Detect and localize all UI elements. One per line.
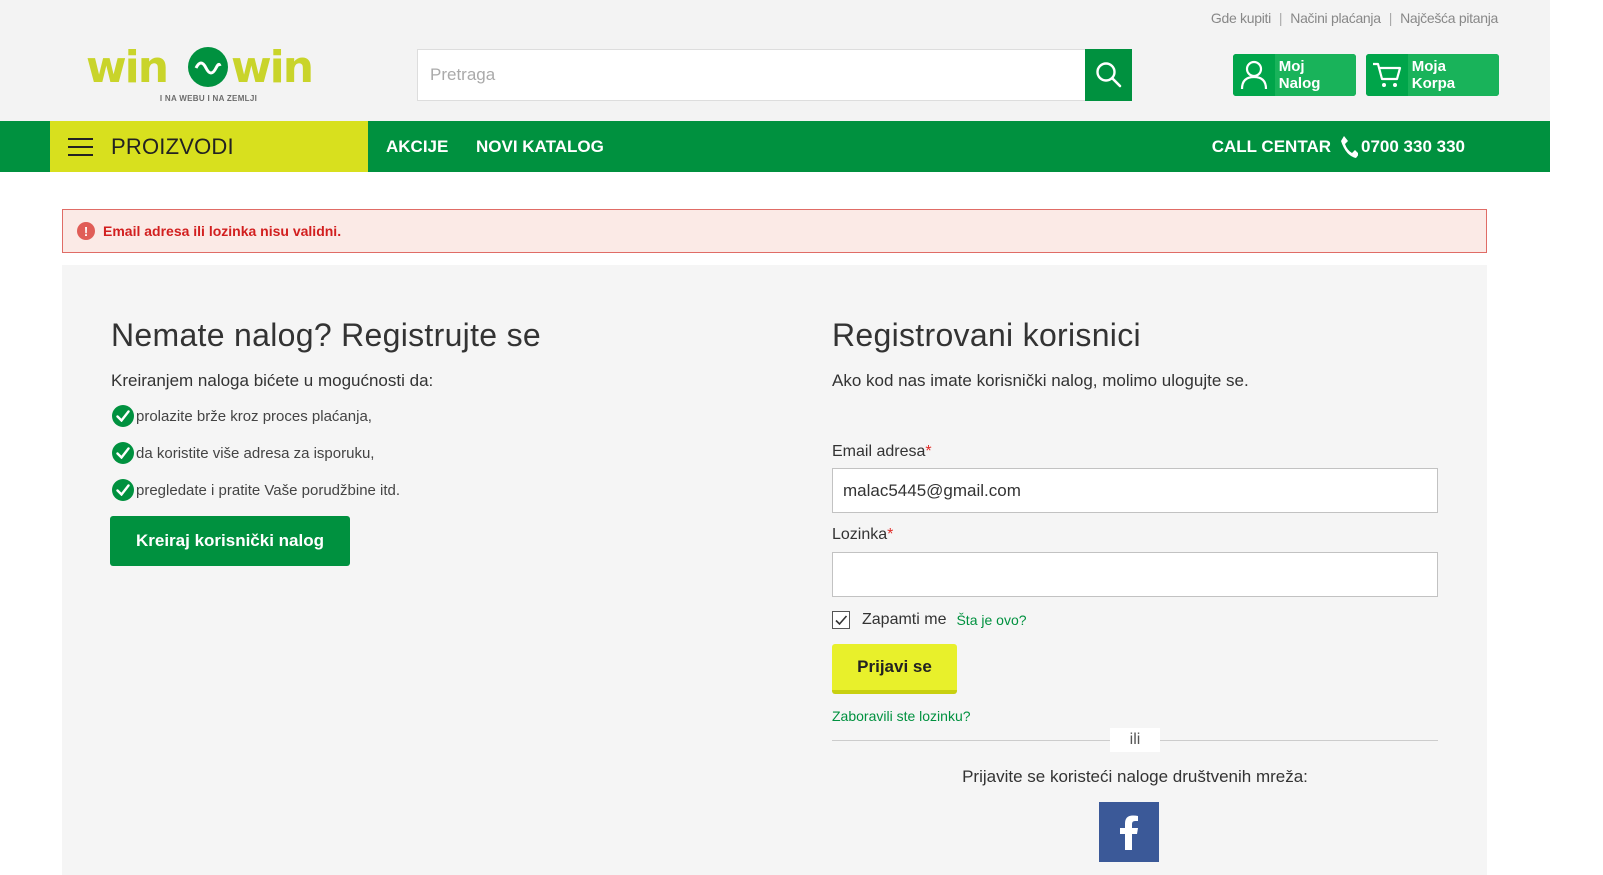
logo-icon: win win xyxy=(86,42,314,93)
svg-text:win: win xyxy=(86,44,167,93)
required-mark: * xyxy=(887,526,894,543)
top-link-faq[interactable]: Najčešća pitanja xyxy=(1400,10,1498,26)
call-center-label: CALL CENTAR xyxy=(1211,136,1331,156)
separator: | xyxy=(1388,10,1393,26)
remember-me-label: Zapamti me xyxy=(862,611,947,628)
facebook-icon xyxy=(1120,815,1138,850)
benefit-item: pregledate i pratite Vaše porudžbine itd… xyxy=(112,479,400,501)
my-cart-label: Moja Korpa xyxy=(1407,54,1499,96)
my-account-label: Moj Nalog xyxy=(1274,54,1356,96)
create-account-button[interactable]: Kreiraj korisnički nalog xyxy=(110,516,350,566)
user-icon xyxy=(1233,54,1275,96)
social-login-text: Prijavite se koristeći naloge društvenih… xyxy=(962,767,1308,786)
facebook-login-button[interactable] xyxy=(1099,802,1159,862)
required-mark: * xyxy=(925,443,932,460)
benefit-text: da koristite više adresa za isporuku, xyxy=(136,444,375,462)
top-link-payment-methods[interactable]: Načini plaćanja xyxy=(1290,10,1381,26)
email-field[interactable] xyxy=(832,468,1438,513)
site-header: Gde kupiti | Načini plaćanja | Najčešća … xyxy=(0,0,1550,121)
check-circle-icon xyxy=(112,405,134,427)
call-center-phone[interactable]: 0700 330 330 xyxy=(1361,137,1465,157)
phone-icon xyxy=(1340,135,1358,159)
what-is-this-link[interactable]: Šta je ovo? xyxy=(956,612,1026,628)
cart-icon xyxy=(1366,54,1408,96)
remember-me-row: Zapamti me Šta je ovo? xyxy=(832,611,1027,629)
login-intro: Ako kod nas imate korisnički nalog, moli… xyxy=(832,371,1249,390)
search-button[interactable] xyxy=(1085,49,1132,101)
my-account-button[interactable]: Moj Nalog xyxy=(1233,54,1356,96)
email-label-text: Email adresa xyxy=(832,443,926,460)
benefit-item: da koristite više adresa za isporuku, xyxy=(112,442,374,464)
login-button[interactable]: Prijavi se xyxy=(832,644,957,694)
password-label-text: Lozinka xyxy=(832,526,888,543)
register-title: Nemate nalog? Registrujte se xyxy=(111,317,541,353)
logo-tagline: I NA WEBU I NA ZEMLJI xyxy=(159,94,258,103)
svg-text:win: win xyxy=(231,44,312,93)
my-cart-button[interactable]: Moja Korpa xyxy=(1366,54,1499,96)
account-panel: Nemate nalog? Registrujte se Kreiranjem … xyxy=(62,265,1487,875)
check-circle-icon xyxy=(112,479,134,501)
check-circle-icon xyxy=(112,442,134,464)
main-nav: PROIZVODI AKCIJE NOVI KATALOG CALL CENTA… xyxy=(0,121,1550,172)
site-logo[interactable]: win win I NA WEBU I NA ZEMLJI xyxy=(86,42,331,106)
register-intro: Kreiranjem naloga bićete u mogućnosti da… xyxy=(111,371,434,390)
products-menu-label: PROIZVODI xyxy=(111,133,234,159)
password-field[interactable] xyxy=(832,552,1438,597)
nav-link-promotions[interactable]: AKCIJE xyxy=(386,121,448,172)
or-separator: ili xyxy=(1110,728,1160,752)
benefit-text: pregledate i pratite Vaše porudžbine itd… xyxy=(136,481,401,499)
benefit-text: prolazite brže kroz proces plaćanja, xyxy=(136,407,372,425)
separator: | xyxy=(1278,10,1283,26)
top-link-where-to-buy[interactable]: Gde kupiti xyxy=(1211,10,1271,26)
forgot-password-link[interactable]: Zaboravili ste lozinku? xyxy=(832,708,971,724)
alert-icon: ! xyxy=(77,222,95,240)
hamburger-icon xyxy=(68,137,93,156)
top-links: Gde kupiti | Načini plaćanja | Najčešća … xyxy=(1211,10,1498,26)
search-bar xyxy=(417,49,1132,101)
checkmark-icon xyxy=(834,614,847,625)
error-message-text: Email adresa ili lozinka nisu validni. xyxy=(103,223,342,239)
search-input[interactable] xyxy=(418,50,1086,100)
call-center: CALL CENTAR 0700 330 330 xyxy=(1212,121,1465,172)
remember-me-checkbox[interactable] xyxy=(832,611,850,629)
products-menu-button[interactable]: PROIZVODI xyxy=(50,121,368,172)
error-message-box: ! Email adresa ili lozinka nisu validni. xyxy=(62,209,1487,253)
nav-link-new-catalog[interactable]: NOVI KATALOG xyxy=(476,121,604,172)
email-label: Email adresa* xyxy=(832,443,932,461)
password-label: Lozinka* xyxy=(832,526,893,544)
benefit-item: prolazite brže kroz proces plaćanja, xyxy=(112,405,372,427)
search-icon xyxy=(1095,62,1121,88)
login-title: Registrovani korisnici xyxy=(832,317,1141,353)
